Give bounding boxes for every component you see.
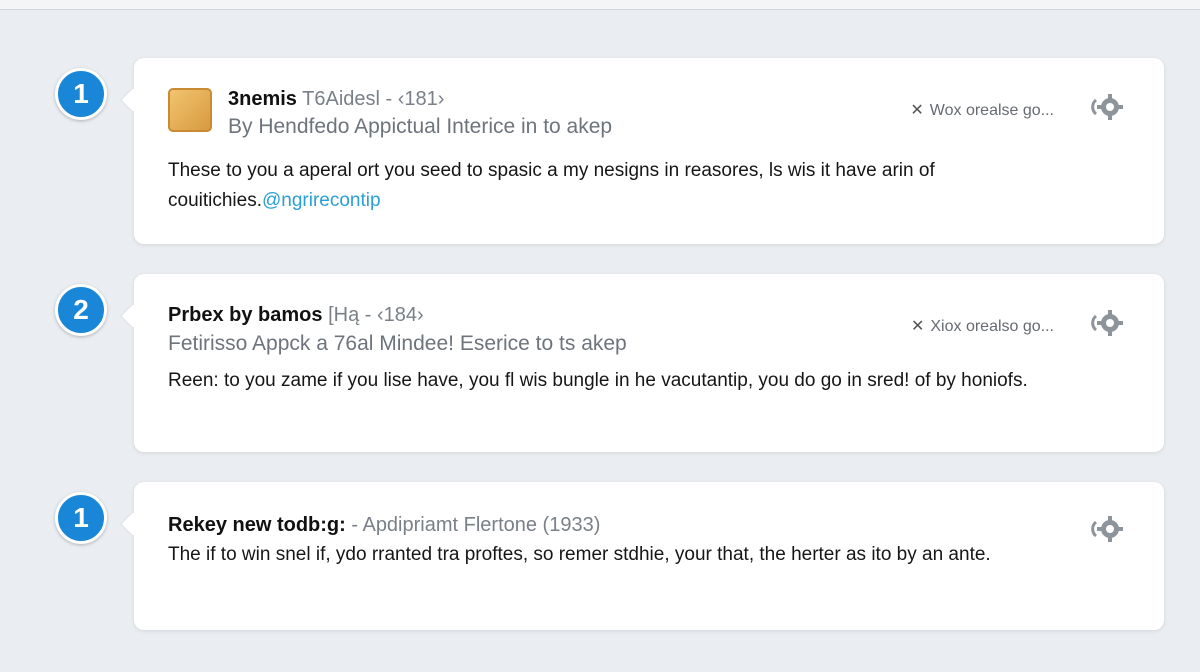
x-icon[interactable]: ✕: [911, 318, 924, 335]
post-number-badge: 1: [55, 492, 107, 544]
post-subtitle: By Hendfedo Appictual Interice in to ake…: [228, 115, 613, 138]
post-body: The if to win snel if, ydo rranted tra p…: [168, 544, 991, 565]
post-action-link[interactable]: ✕ Xiox orealso go...: [911, 316, 1054, 336]
post-author-name[interactable]: 3nemis: [228, 88, 297, 110]
post-meta: [Hą - ‹184›: [328, 304, 424, 326]
post-author-name[interactable]: Rekey new todb:g:: [168, 514, 346, 536]
post-author-name[interactable]: Prbex by bamos: [168, 304, 323, 326]
post-action-label: Xiox orealso go...: [930, 318, 1054, 335]
gear-icon[interactable]: [1088, 308, 1124, 338]
x-icon[interactable]: ✕: [910, 102, 923, 119]
post-card[interactable]: Rekey new todb:g: - Apdipriamt Flertone …: [134, 482, 1164, 630]
post-card[interactable]: 3nemis T6Aidesl - ‹181› By Hendfedo Appi…: [134, 58, 1164, 244]
post-meta: T6Aidesl - ‹181›: [302, 88, 445, 110]
post-title: Prbex by bamos [Hą - ‹184›: [168, 304, 424, 327]
mention-link[interactable]: @ngrirecontip: [262, 190, 381, 211]
post-title: 3nemis T6Aidesl - ‹181›: [228, 88, 444, 111]
gear-icon[interactable]: [1088, 92, 1124, 122]
post-feed: 1 3nemis T6Aidesl - ‹181› By Hendfedo Ap…: [0, 0, 1200, 672]
gear-icon[interactable]: [1088, 514, 1124, 544]
post-action-link[interactable]: ✕ Wox orealse go...: [910, 100, 1054, 120]
avatar[interactable]: [168, 88, 212, 132]
post-number-badge: 1: [55, 68, 107, 120]
post-meta: - Apdipriamt Flertone (1933): [351, 514, 601, 536]
post-card[interactable]: Prbex by bamos [Hą - ‹184› Fetirisso App…: [134, 274, 1164, 452]
post-action-label: Wox orealse go...: [929, 102, 1054, 119]
post-subtitle: Fetirisso Appck a 76al Mindee! Eserice t…: [168, 332, 627, 355]
post-body: These to you a aperal ort you seed to sp…: [168, 156, 1088, 216]
post-title: Rekey new todb:g: - Apdipriamt Flertone …: [168, 514, 600, 537]
post-number-badge: 2: [55, 284, 107, 336]
post-body: Reen: to you zame if you lise have, you …: [168, 370, 1028, 391]
